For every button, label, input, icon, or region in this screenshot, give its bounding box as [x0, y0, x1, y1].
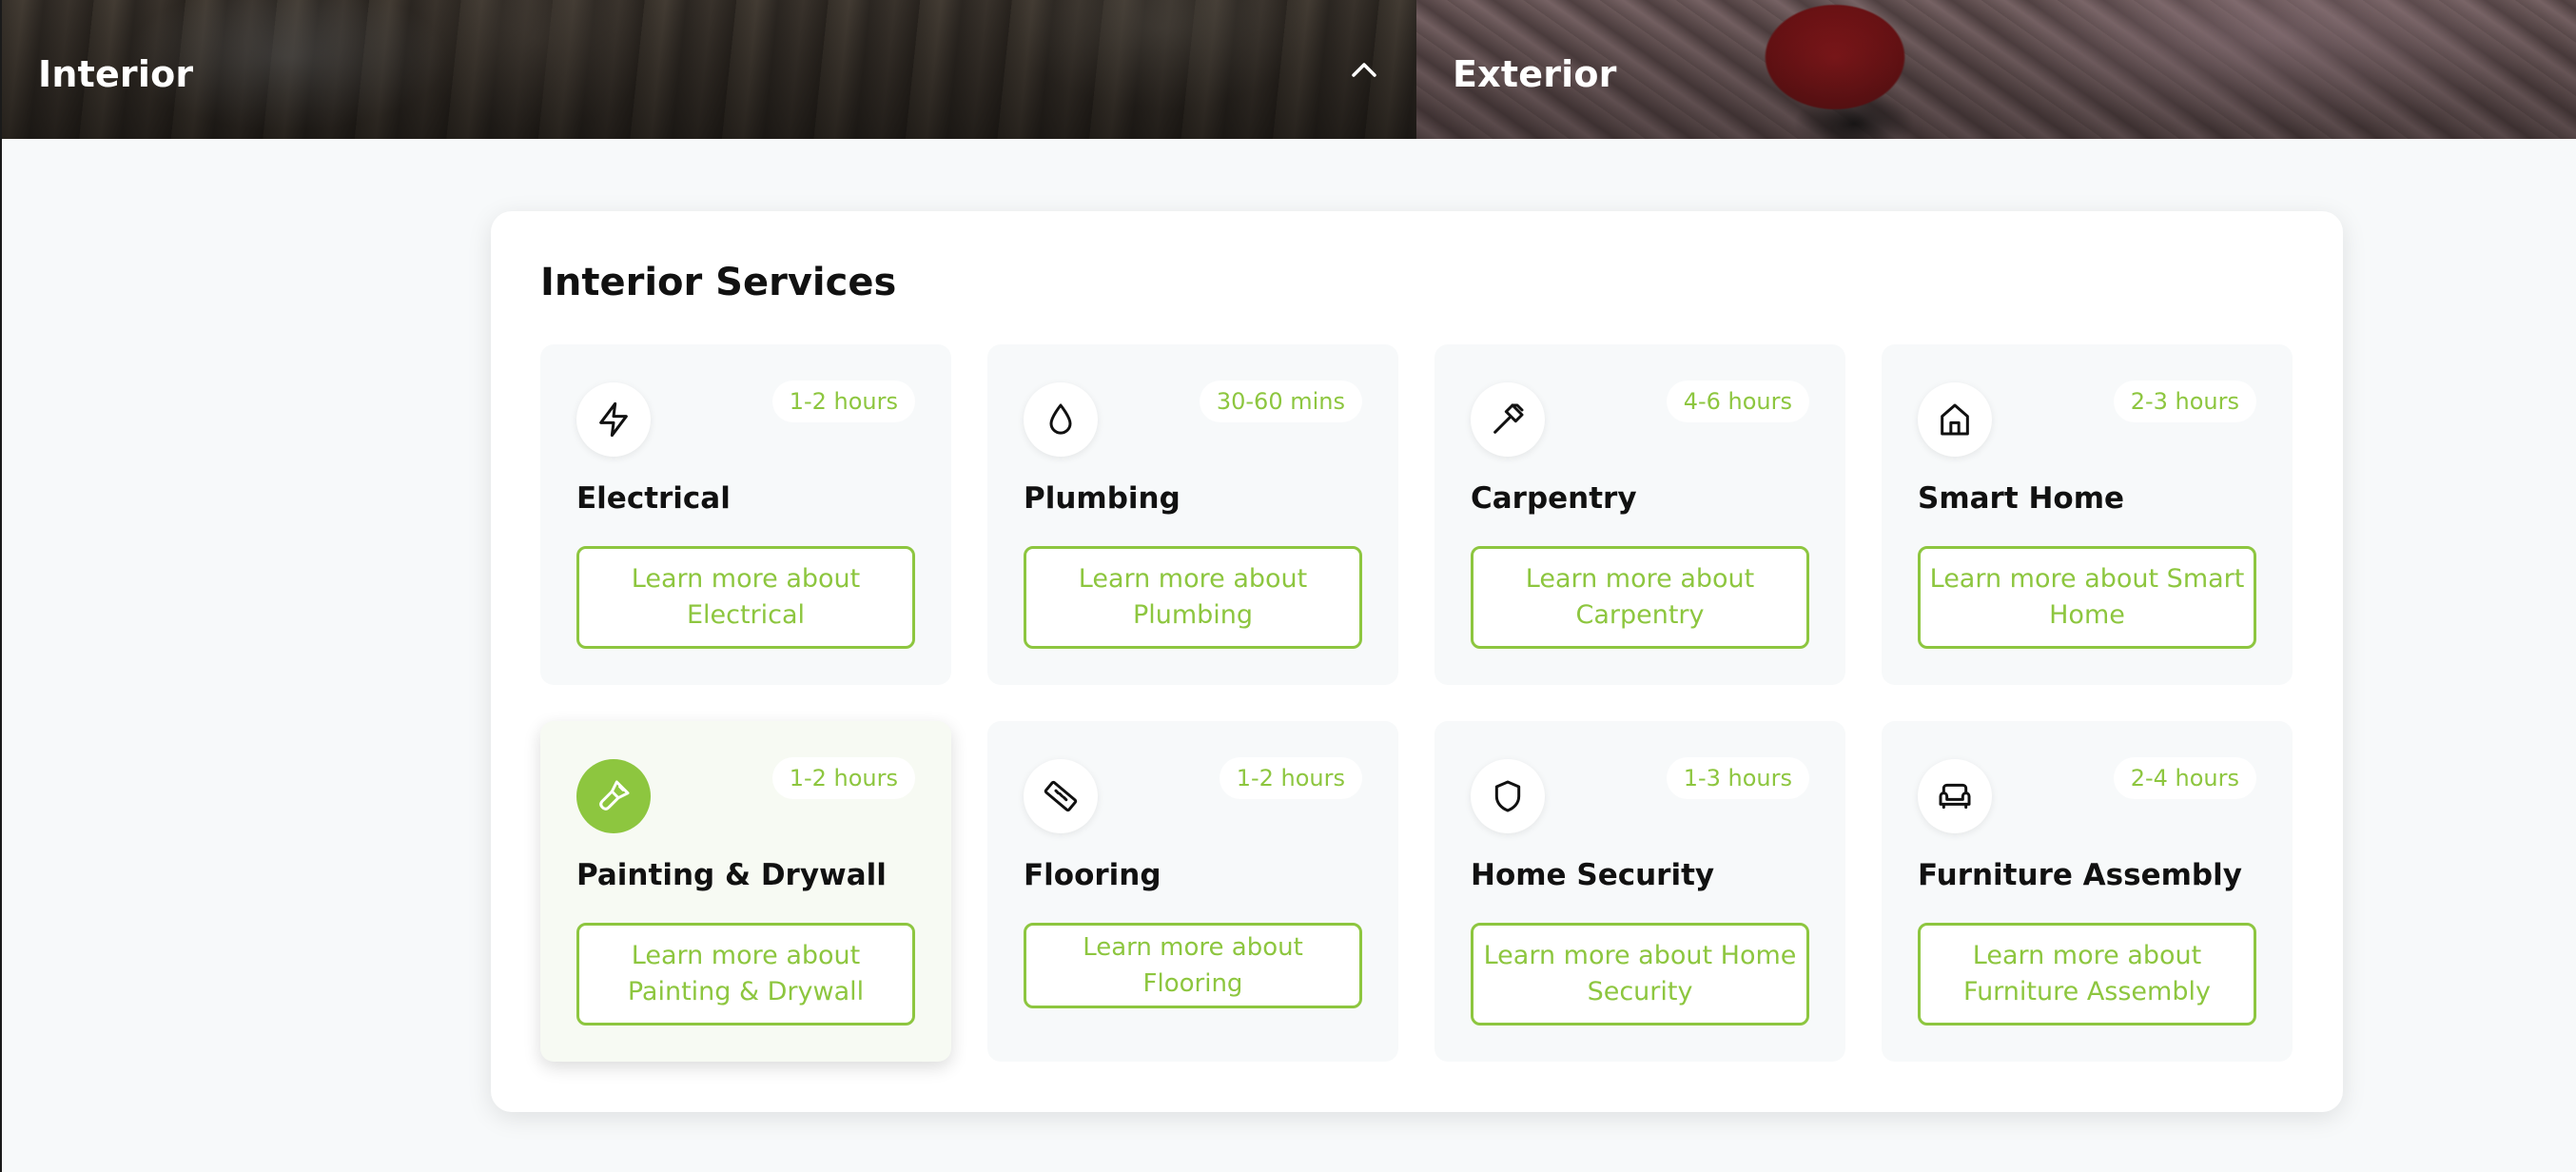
learn-more-button[interactable]: Learn more about Home Security: [1471, 923, 1809, 1026]
learn-more-button[interactable]: Learn more about Electrical: [576, 546, 915, 649]
service-card-electrical[interactable]: 1-2 hours Electrical Learn more about El…: [540, 344, 951, 685]
learn-more-button[interactable]: Learn more about Smart Home: [1918, 546, 2256, 649]
category-panel-exterior[interactable]: Exterior: [1416, 0, 2576, 139]
lightning-icon: [576, 382, 651, 457]
duration-badge: 2-4 hours: [2113, 757, 2256, 799]
learn-more-button[interactable]: Learn more about Painting & Drywall: [576, 923, 915, 1026]
service-card-smart-home[interactable]: 2-3 hours Smart Home Learn more about Sm…: [1882, 344, 2293, 685]
hammer-icon: [1471, 382, 1545, 457]
category-title-exterior: Exterior: [1453, 53, 1617, 95]
ruler-icon: [1024, 759, 1098, 833]
home-icon: [1918, 382, 1992, 457]
learn-more-button[interactable]: Learn more about Flooring: [1024, 923, 1362, 1008]
category-banner: Interior Exterior: [2, 0, 2576, 139]
duration-badge: 30-60 mins: [1199, 381, 1362, 422]
service-card-carpentry[interactable]: 4-6 hours Carpentry Learn more about Car…: [1434, 344, 1845, 685]
paintbrush-icon: [576, 759, 651, 833]
learn-more-button[interactable]: Learn more about Furniture Assembly: [1918, 923, 2256, 1026]
sofa-icon: [1918, 759, 1992, 833]
service-name: Flooring: [1024, 858, 1161, 892]
shield-icon: [1471, 759, 1545, 833]
services-grid: 1-2 hours Electrical Learn more about El…: [540, 344, 2293, 1062]
service-name: Smart Home: [1918, 481, 2125, 516]
service-card-painting-drywall[interactable]: 1-2 hours Painting & Drywall Learn more …: [540, 721, 951, 1062]
duration-badge: 2-3 hours: [2113, 381, 2256, 422]
learn-more-button[interactable]: Learn more about Carpentry: [1471, 546, 1809, 649]
service-name: Plumbing: [1024, 481, 1181, 516]
duration-badge: 4-6 hours: [1666, 381, 1809, 422]
service-name: Electrical: [576, 481, 731, 516]
service-name: Painting & Drywall: [576, 858, 887, 892]
droplet-icon: [1024, 382, 1098, 457]
duration-badge: 1-2 hours: [771, 757, 915, 799]
service-card-furniture-assembly[interactable]: 2-4 hours Furniture Assembly Learn more …: [1882, 721, 2293, 1062]
section-title: Interior Services: [540, 261, 897, 304]
service-name: Carpentry: [1471, 481, 1637, 516]
duration-badge: 1-2 hours: [1219, 757, 1362, 799]
duration-badge: 1-3 hours: [1666, 757, 1809, 799]
service-card-home-security[interactable]: 1-3 hours Home Security Learn more about…: [1434, 721, 1845, 1062]
category-panel-interior[interactable]: Interior: [2, 0, 1416, 139]
services-card: Interior Services 1-2 hours Electrical L…: [491, 211, 2343, 1112]
service-card-plumbing[interactable]: 30-60 mins Plumbing Learn more about Plu…: [987, 344, 1398, 685]
duration-badge: 1-2 hours: [771, 381, 915, 422]
category-title-interior: Interior: [38, 53, 194, 95]
service-name: Home Security: [1471, 858, 1715, 892]
learn-more-button[interactable]: Learn more about Plumbing: [1024, 546, 1362, 649]
chevron-up-icon[interactable]: [1350, 59, 1378, 80]
service-name: Furniture Assembly: [1918, 858, 2242, 892]
service-card-flooring[interactable]: 1-2 hours Flooring Learn more about Floo…: [987, 721, 1398, 1062]
